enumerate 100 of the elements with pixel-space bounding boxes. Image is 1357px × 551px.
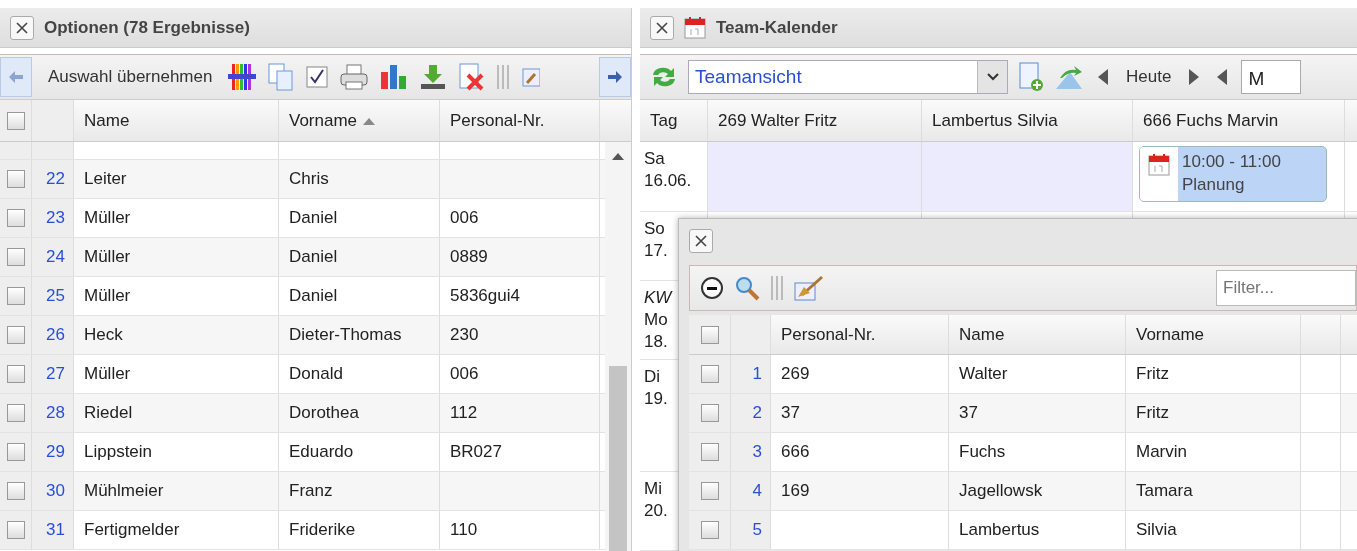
new-document-icon[interactable] xyxy=(1018,62,1044,92)
triangle-left-icon[interactable] xyxy=(1217,69,1228,85)
date-label: 20. xyxy=(644,499,668,522)
search-icon[interactable] xyxy=(734,275,760,301)
download-icon[interactable] xyxy=(420,64,447,90)
row-checkbox[interactable] xyxy=(700,482,719,500)
panel-title: Optionen (78 Ergebnisse) xyxy=(44,16,250,39)
today-button[interactable]: Heute xyxy=(1122,64,1176,90)
copy-icon[interactable] xyxy=(268,63,295,91)
column-header[interactable]: Personal-Nr. xyxy=(781,321,876,348)
table-cell: Müller xyxy=(74,355,279,393)
row-checkbox[interactable] xyxy=(6,482,25,500)
table-row[interactable]: 31 Fertigmelder Friderike 110 xyxy=(0,511,605,550)
column-header[interactable]: Name xyxy=(959,321,1005,348)
table-row[interactable]: 5 Lambertus Silvia xyxy=(689,511,1357,550)
table-cell: Jagellowsk xyxy=(949,472,1126,510)
checkbox-icon[interactable] xyxy=(306,66,329,88)
table-row[interactable]: 1 269 Walter Fritz xyxy=(689,355,1357,394)
row-number: 22 xyxy=(32,160,74,198)
table-cell: Daniel xyxy=(279,238,440,276)
table-row[interactable]: 29 Lippstein Eduardo BR027 xyxy=(0,433,605,472)
close-button[interactable] xyxy=(689,229,713,253)
row-checkbox[interactable] xyxy=(6,326,25,344)
date-label: 16.06. xyxy=(644,169,692,192)
scrollbar[interactable] xyxy=(605,142,631,551)
table-cell: 112 xyxy=(440,394,600,432)
scroll-left-button[interactable] xyxy=(0,57,32,97)
table-cell: Chris xyxy=(279,160,440,198)
mountain-arrow-icon[interactable] xyxy=(1054,64,1084,90)
color-bars-icon[interactable] xyxy=(228,62,257,92)
table-row[interactable]: 28 Riedel Dorothea 112 xyxy=(0,394,605,433)
table-cell: Franz xyxy=(279,472,440,510)
column-header: 269 Walter Fritz xyxy=(718,109,838,132)
table-cell: 666 xyxy=(771,433,949,471)
table-row[interactable]: 2 37 37 Fritz xyxy=(689,394,1357,433)
remove-icon[interactable] xyxy=(700,276,724,300)
row-number: 5 xyxy=(731,511,771,549)
row-checkbox[interactable] xyxy=(700,443,719,461)
row-checkbox[interactable] xyxy=(700,365,719,383)
column-header[interactable]: Personal-Nr. xyxy=(450,107,545,134)
caret-icon[interactable] xyxy=(986,73,999,81)
table-cell: 006 xyxy=(440,355,600,393)
row-checkbox[interactable] xyxy=(6,287,25,305)
triangle-left-icon[interactable] xyxy=(1098,69,1108,85)
calendar-cell[interactable] xyxy=(708,141,922,211)
table-row[interactable]: 30 Mühlmeier Franz xyxy=(0,472,605,511)
row-checkbox[interactable] xyxy=(700,521,719,539)
triangle-right-icon[interactable] xyxy=(1189,69,1200,85)
close-button[interactable] xyxy=(650,15,674,40)
table-cell: Fertigmelder xyxy=(74,511,279,549)
table-cell: BR027 xyxy=(440,433,600,471)
arrow-up-icon[interactable] xyxy=(612,152,624,160)
printer-icon[interactable] xyxy=(340,64,369,90)
arrow-right-icon[interactable] xyxy=(607,70,623,84)
table-row[interactable]: 22 Leiter Chris xyxy=(0,160,605,199)
table-cell: Mühlmeier xyxy=(74,472,279,510)
table-row[interactable]: 27 Müller Donald 006 xyxy=(0,355,605,394)
bar-chart-icon[interactable] xyxy=(380,64,409,90)
table-row[interactable]: 3 666 Fuchs Marvin xyxy=(689,433,1357,472)
table-cell: Riedel xyxy=(74,394,279,432)
row-checkbox[interactable] xyxy=(6,404,25,422)
date-field[interactable]: M xyxy=(1241,60,1302,94)
table-cell: 37 xyxy=(949,394,1126,432)
close-icon[interactable] xyxy=(15,20,29,35)
row-checkbox[interactable] xyxy=(6,170,25,188)
table-row[interactable]: 23 Müller Daniel 006 xyxy=(0,199,605,238)
row-checkbox[interactable] xyxy=(700,404,719,422)
table-row[interactable]: 4 169 Jagellowsk Tamara xyxy=(689,472,1357,511)
table-row[interactable]: 24 Müller Daniel 0889 xyxy=(0,238,605,277)
row-checkbox[interactable] xyxy=(6,209,25,227)
table-row[interactable]: 26 Heck Dieter-Thomas 230 xyxy=(0,316,605,355)
row-checkbox[interactable] xyxy=(6,248,25,266)
column-header[interactable]: Name xyxy=(84,107,130,134)
columns-icon[interactable] xyxy=(496,64,511,90)
row-checkbox[interactable] xyxy=(6,521,25,539)
column-header[interactable]: Vorname xyxy=(1136,321,1205,348)
row-number: 4 xyxy=(731,472,771,510)
table-row[interactable]: 25 Müller Daniel 5836gui4 xyxy=(0,277,605,316)
view-select[interactable]: Teamansicht xyxy=(688,60,1008,94)
delete-document-icon[interactable] xyxy=(458,63,485,91)
calendar-cell[interactable] xyxy=(922,141,1133,211)
date-label: 19. xyxy=(644,388,668,411)
row-checkbox[interactable] xyxy=(6,365,25,383)
row-checkbox[interactable] xyxy=(6,443,25,461)
week-label: KW xyxy=(644,287,672,310)
calendar-event[interactable]: 10:00 - 11:00 Planung xyxy=(1139,145,1327,202)
select-all-checkbox[interactable] xyxy=(700,325,719,344)
select-all-checkbox[interactable] xyxy=(6,111,25,130)
filter-field[interactable]: Filter... xyxy=(1216,270,1356,306)
columns-icon[interactable] xyxy=(770,275,784,301)
calendar-cell[interactable]: 10:00 - 11:00 Planung xyxy=(1133,141,1345,211)
close-button[interactable] xyxy=(10,15,34,40)
window-icon[interactable] xyxy=(522,65,541,89)
apply-selection-button[interactable]: Auswahl übernehmen xyxy=(44,64,217,90)
close-icon[interactable] xyxy=(694,234,708,248)
scroll-right-button[interactable] xyxy=(599,57,631,97)
arrow-left-icon[interactable] xyxy=(8,70,24,84)
close-icon[interactable] xyxy=(655,20,669,35)
row-number: 30 xyxy=(32,472,74,510)
column-header[interactable]: Vorname xyxy=(289,107,358,134)
